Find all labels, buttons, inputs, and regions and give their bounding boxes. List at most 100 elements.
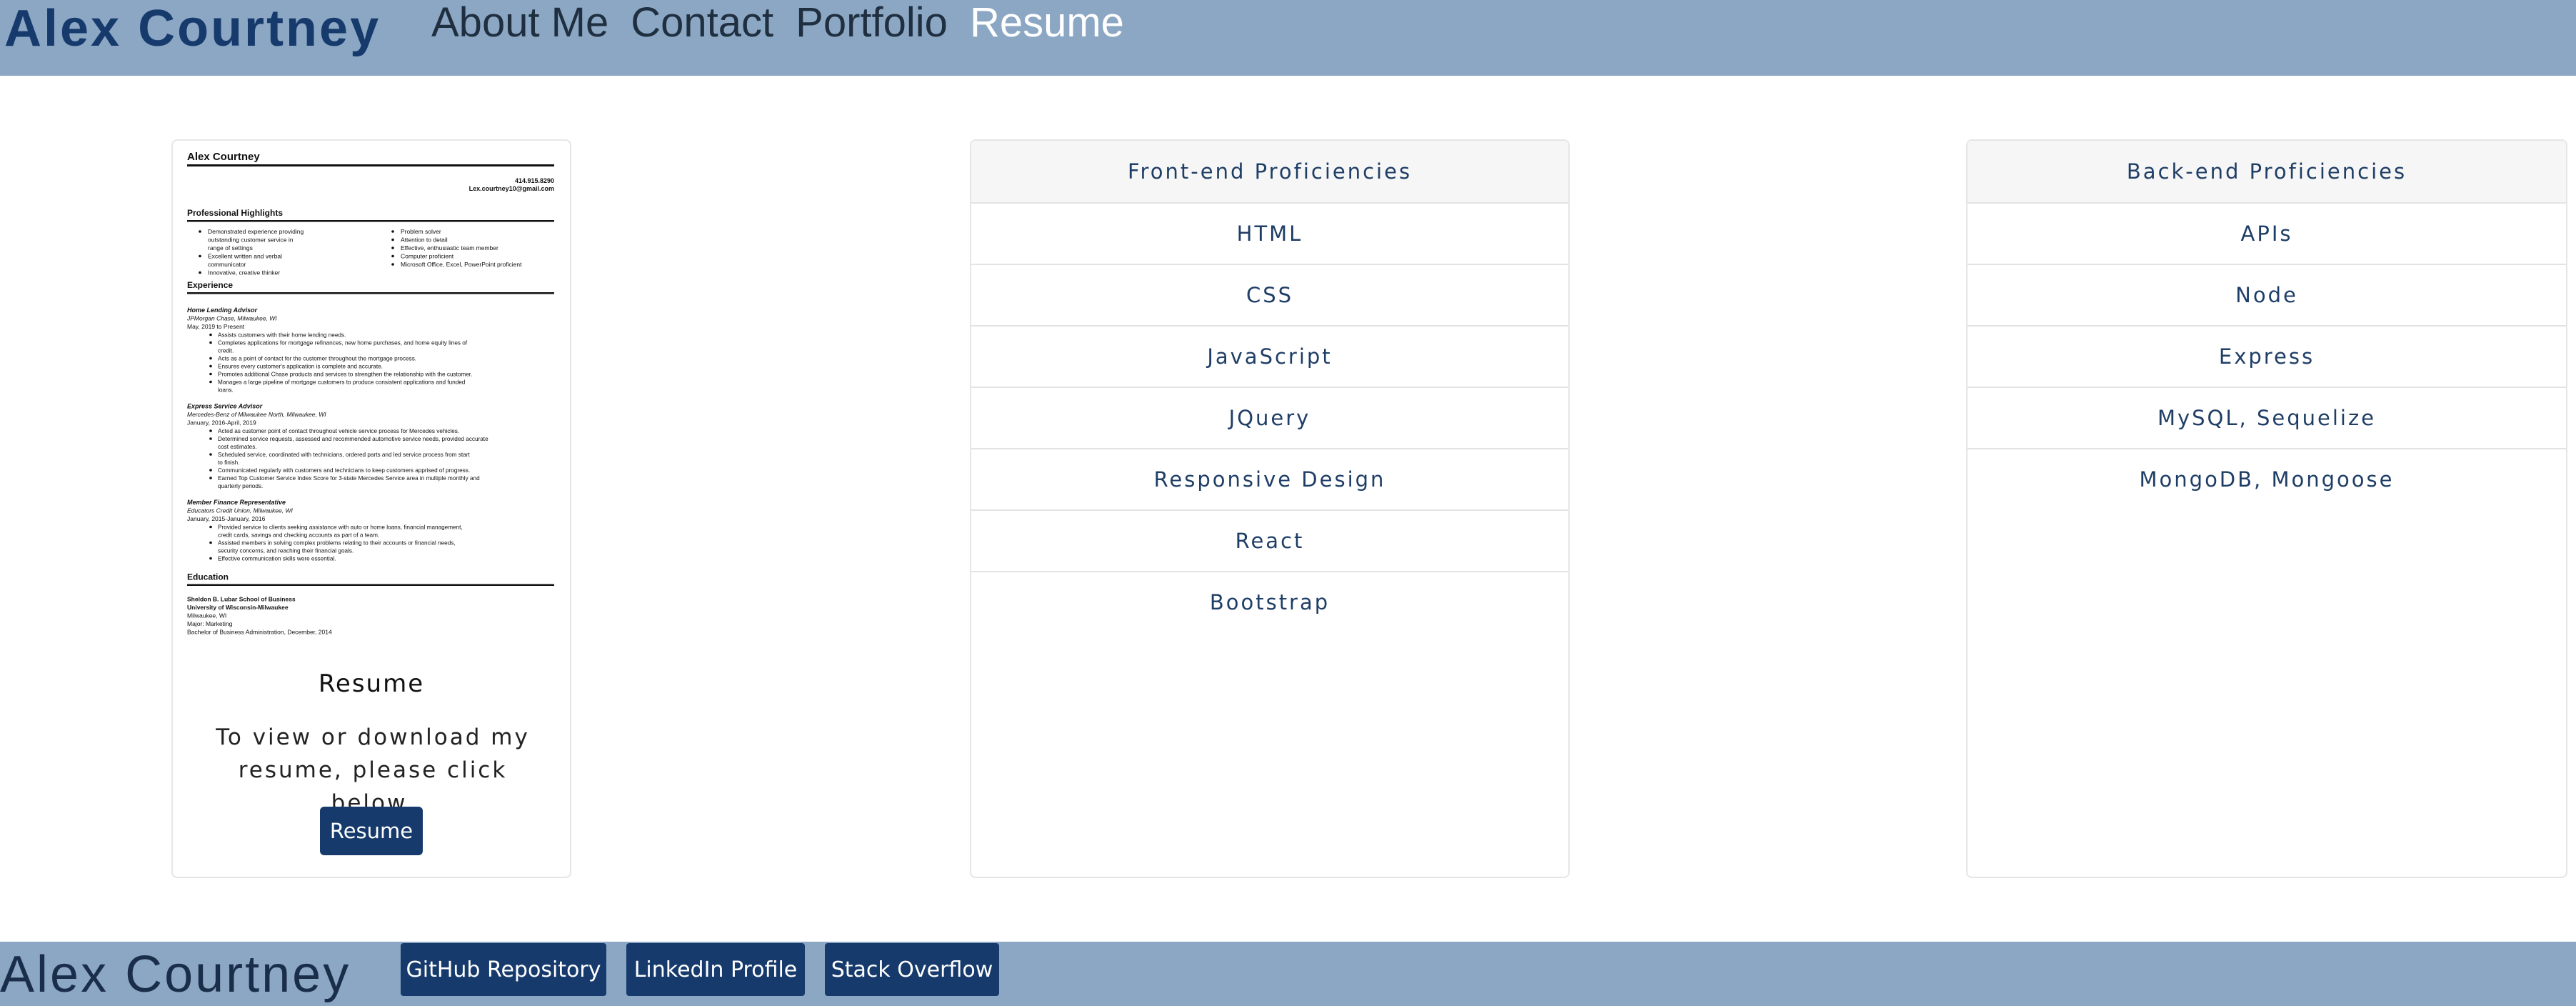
front-end-item: Bootstrap xyxy=(1209,590,1330,614)
resume-doc-bullet xyxy=(209,469,212,472)
front-end-card: Front-end Proficiencies HTML CSS JavaScr… xyxy=(970,139,1570,878)
resume-doc-bullet xyxy=(199,230,201,233)
resume-doc-text: Acts as a point of contact for the custo… xyxy=(218,356,416,362)
resume-doc-heading: Professional Highlights xyxy=(187,208,283,218)
resume-doc-text: Milwaukee, WI xyxy=(187,612,226,619)
resume-card: Alex Courtney 414.915.8290 Lex.courtney10@… xyxy=(171,139,571,878)
resume-doc-bullet xyxy=(209,437,212,440)
resume-doc-bullet xyxy=(209,453,212,456)
resume-card-title: Resume xyxy=(318,669,425,698)
resume-doc-text: JPMorgan Chase, Milwaukee, WI xyxy=(186,315,277,322)
resume-doc-text: January, 2015-January, 2016 xyxy=(187,515,266,522)
front-end-item: HTML xyxy=(971,204,1568,265)
resume-doc-bullet xyxy=(391,254,394,258)
resume-doc-rule xyxy=(187,584,554,586)
back-end-item: Node xyxy=(1968,265,2566,327)
front-end-item: React xyxy=(971,511,1568,572)
resume-doc-rule xyxy=(187,292,554,294)
resume-doc-bullet xyxy=(199,254,201,258)
back-end-item: Express xyxy=(1968,327,2566,388)
resume-doc-text: Express Service Advisor xyxy=(187,403,263,410)
resume-doc-text: Communicated regularly with customers an… xyxy=(218,467,470,474)
resume-doc-text: Lex.courtney10@gmail.com xyxy=(469,185,554,192)
resume-doc-bullet xyxy=(199,271,201,274)
resume-doc-bullet xyxy=(209,477,212,479)
resume-doc-bullet xyxy=(391,238,394,241)
linkedin-profile-button[interactable]: LinkedIn Profile xyxy=(626,943,805,996)
resume-doc-bullet xyxy=(209,333,212,337)
resume-doc-text: cost estimates. xyxy=(218,444,257,450)
resume-document-preview: Alex Courtney 414.915.8290Lex.courtney10@… xyxy=(186,151,554,636)
nav-contact[interactable]: Contact xyxy=(631,0,773,53)
resume-doc-text: Provided service to clients seeking assi… xyxy=(218,524,463,531)
resume-doc-text: Member Finance Representative xyxy=(187,499,286,506)
resume-doc-text: Assisted members in solving complex prob… xyxy=(218,540,456,547)
resume-doc-bullet xyxy=(209,357,212,360)
resume-doc-text: Assists customers with their home lendin… xyxy=(218,332,346,339)
resume-doc-text: security concerns, and reaching their fi… xyxy=(218,548,354,554)
resume-doc-text: Acted as customer point of contact throu… xyxy=(218,428,459,434)
resume-doc-text: Sheldon B. Lubar School of Business xyxy=(187,596,296,603)
resume-doc-text: Major: Marketing xyxy=(187,620,233,627)
github-repository-button[interactable]: GitHub Repository xyxy=(401,943,606,996)
nav-resume[interactable]: Resume xyxy=(970,0,1124,53)
resume-doc-text: loans. xyxy=(218,387,234,394)
footer-name: Alex Courtney xyxy=(0,946,351,1003)
resume-doc-bullet xyxy=(391,263,394,266)
resume-doc-text: Computer proficient xyxy=(401,253,454,260)
resume-doc-text: Determined service requests, assessed an… xyxy=(218,436,488,442)
resume-doc-text: Demonstrated experience providing xyxy=(208,228,304,235)
resume-doc-text: Mercedes-Benz of Milwaukee North, Milwau… xyxy=(187,411,326,418)
resume-doc-text: Excellent written and verbal xyxy=(208,253,282,260)
resume-doc-text: May, 2019 to Present xyxy=(187,323,245,330)
resume-doc-text: Microsoft Office, Excel, PowerPoint prof… xyxy=(401,261,522,268)
resume-doc-bullet xyxy=(209,557,212,560)
resume-doc-bullet xyxy=(209,380,212,384)
resume-doc-text: Completes applications for mortgage refi… xyxy=(218,340,468,347)
top-navbar: Alex Courtney About Me Contact Portfolio… xyxy=(0,0,2576,76)
resume-button[interactable]: Resume xyxy=(320,807,423,855)
resume-doc-text: 414.915.8290 xyxy=(515,177,554,184)
resume-doc-bullet xyxy=(209,341,212,344)
resume-doc-text: credit cards, savings and checking accou… xyxy=(218,532,379,539)
resume-card-text: To view or download my resume, please cl… xyxy=(216,724,530,816)
resume-doc-heading: Experience xyxy=(187,280,233,290)
resume-doc-text: January, 2016-April, 2019 xyxy=(187,419,256,427)
front-end-item: JavaScript xyxy=(971,327,1568,388)
footer: Alex Courtney GitHub Repository LinkedIn… xyxy=(0,942,2576,1006)
resume-doc-text: communicator xyxy=(208,261,246,268)
resume-doc-text: Promotes additional Chase products and s… xyxy=(218,372,472,378)
nav-about-me[interactable]: About Me xyxy=(431,0,608,53)
brand-name[interactable]: Alex Courtney xyxy=(4,0,381,61)
resume-doc-bullet xyxy=(209,525,212,529)
resume-doc-text: University of Wisconsin-Milwaukee xyxy=(187,604,289,611)
back-end-item: MongoDB, Mongoose xyxy=(2139,467,2395,492)
resume-doc-text: Effective, enthusiastic team member xyxy=(401,244,498,252)
back-end-item: APIs xyxy=(1968,204,2566,265)
resume-doc-text: Ensures every customer's application is … xyxy=(218,364,383,370)
resume-doc-text: Innovative, creative thinker xyxy=(208,269,280,277)
resume-doc-bullet xyxy=(209,541,212,544)
resume-doc-text: outstanding customer service in xyxy=(208,236,294,244)
resume-doc-bullet xyxy=(209,429,212,432)
resume-doc-text: Scheduled service, coordinated with tech… xyxy=(218,452,470,458)
front-end-item: CSS xyxy=(971,265,1568,327)
nav-portfolio[interactable]: Portfolio xyxy=(796,0,948,53)
resume-thumbnail: Alex Courtney 414.915.8290 Lex.courtney10@… xyxy=(186,148,558,642)
back-end-card: Back-end Proficiencies APIs Node Express… xyxy=(1966,139,2567,878)
front-end-item: Responsive Design xyxy=(971,449,1568,511)
resume-doc-text: credit. xyxy=(218,348,234,354)
resume-doc-text: Educators Credit Union, Milwaukee, WI xyxy=(187,507,294,514)
resume-doc-text: Manages a large pipeline of mortgage cus… xyxy=(218,379,466,386)
resume-doc-text: Earned Top Customer Service Index Score … xyxy=(218,475,480,482)
stack-overflow-button[interactable]: Stack Overflow xyxy=(825,943,999,996)
resume-doc-bullet xyxy=(391,246,394,249)
resume-doc-rule xyxy=(187,164,554,166)
resume-doc-text: Attention to detail xyxy=(401,236,448,244)
resume-doc-text: quarterly periods. xyxy=(218,483,263,489)
resume-doc-text: Bachelor of Business Administration, Dec… xyxy=(187,629,332,636)
resume-doc-heading: Education xyxy=(187,572,229,582)
nav-links: About Me Contact Portfolio Resume xyxy=(431,0,1146,53)
resume-doc-text: Home Lending Advisor xyxy=(187,307,258,314)
resume-doc-text: range of settings xyxy=(208,244,253,252)
